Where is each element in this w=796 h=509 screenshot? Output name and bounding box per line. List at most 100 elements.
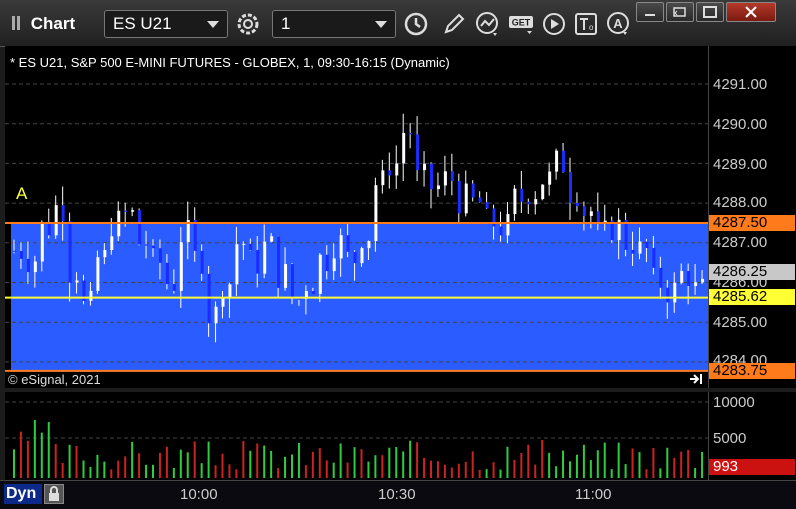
restore-button[interactable] [666,2,694,22]
candle-body [353,251,357,264]
candle-body [214,306,218,324]
volume-bar [47,422,50,478]
upper-zone-tag: 4287.50 [709,215,795,231]
candle-body [582,206,586,216]
chart-header: * ES U21, S&P 500 E-MINI FUTURES - GLOBE… [10,55,450,70]
candle-body [631,249,635,254]
candle-body [318,254,322,295]
volume-bar [332,462,335,478]
candle-body [311,291,315,295]
get-button[interactable]: GET [508,10,536,38]
volume-bar [617,442,620,478]
marker-label: A [16,184,28,203]
close-button[interactable] [726,2,776,22]
symbol-select[interactable]: ES U21 [104,10,228,38]
minimize-button[interactable] [636,2,664,22]
dynamic-button[interactable]: Dyn [4,484,42,504]
window-title: Chart [12,14,75,34]
interval-select[interactable]: 1 [272,10,396,38]
candle-body [430,163,433,190]
candle-body [61,205,65,222]
candle-body [534,199,538,205]
svg-text:o: o [589,23,594,32]
studies-button[interactable] [474,10,502,38]
pencil-icon [444,13,465,34]
volume-tick: 5000 [713,430,747,447]
volume-bar [436,461,439,478]
volume-bar [96,454,99,478]
play-button[interactable] [540,10,568,38]
last-price-tag: 4286.25 [709,264,795,280]
lock-button[interactable] [44,484,64,504]
price-tick: 4291.00 [713,76,768,93]
candle-body [402,132,406,164]
volume-bar [40,432,43,478]
volume-plot [5,401,708,478]
volume-bar [145,464,148,478]
volume-bar [284,456,287,478]
play-icon [543,13,565,35]
volume-bar [701,451,704,478]
volume-bar [645,469,648,478]
settings-button[interactable] [234,10,262,38]
candle-body [624,219,628,250]
alert-button[interactable]: A [604,10,632,38]
time-axis[interactable]: 10:00 10:30 11:00 [0,480,796,509]
volume-bar [694,467,697,478]
volume-bar [569,461,571,478]
draw-button[interactable] [440,10,468,38]
volume-bar [263,445,266,478]
candle-body [256,250,260,274]
candle-body [443,171,447,186]
volume-bar [471,451,474,478]
candle-body [291,264,294,299]
price-chart[interactable] [5,46,708,388]
volume-bar [82,460,85,478]
volume-bar [360,449,363,478]
candle-body [145,244,149,246]
price-tick: 4285.00 [713,314,768,331]
candle-body [436,185,440,190]
volume-bar [26,440,29,478]
volume-bar [103,461,106,478]
candle-body [596,211,600,223]
price-axis[interactable]: 4291.00 4290.00 4289.00 4288.00 4287.00 … [708,46,796,388]
volume-tag: 993 [709,459,795,475]
volume-bar [631,448,634,478]
line-price-tag: 4285.62 [709,289,795,305]
gear-icon [237,13,259,35]
volume-bar [339,443,342,478]
volume-bar [527,444,530,478]
volume-bar [478,469,481,478]
candle-body [200,250,204,274]
volume-bar [124,456,127,478]
volume-bar [409,440,412,478]
volume-bar [381,455,384,478]
volume-bar [659,468,662,478]
candle-body [645,241,649,249]
volume-axis[interactable]: 10000 5000 993 [708,392,796,480]
text-button[interactable]: o [572,10,600,38]
candle-body [339,235,343,259]
candle-body [485,202,489,209]
volume-bar [54,444,57,478]
candle-body [263,241,267,274]
volume-bar [457,463,460,478]
volume-bar [687,450,690,478]
candle-body [638,241,642,254]
volume-chart[interactable] [5,392,708,480]
volume-bar [673,457,676,478]
maximize-button[interactable] [696,2,724,22]
volume-bar [548,452,551,478]
scroll-end-icon[interactable] [688,372,704,386]
window-title-label: Chart [30,14,76,33]
volume-bar [430,460,432,478]
volume-bar [666,447,669,478]
time-tick: 10:00 [180,486,218,503]
volume-bar [464,461,467,478]
time-button[interactable] [402,10,430,38]
candle-body [277,236,281,288]
volume-bar [450,467,453,478]
candle-body [228,284,232,299]
candle-body [416,134,420,171]
